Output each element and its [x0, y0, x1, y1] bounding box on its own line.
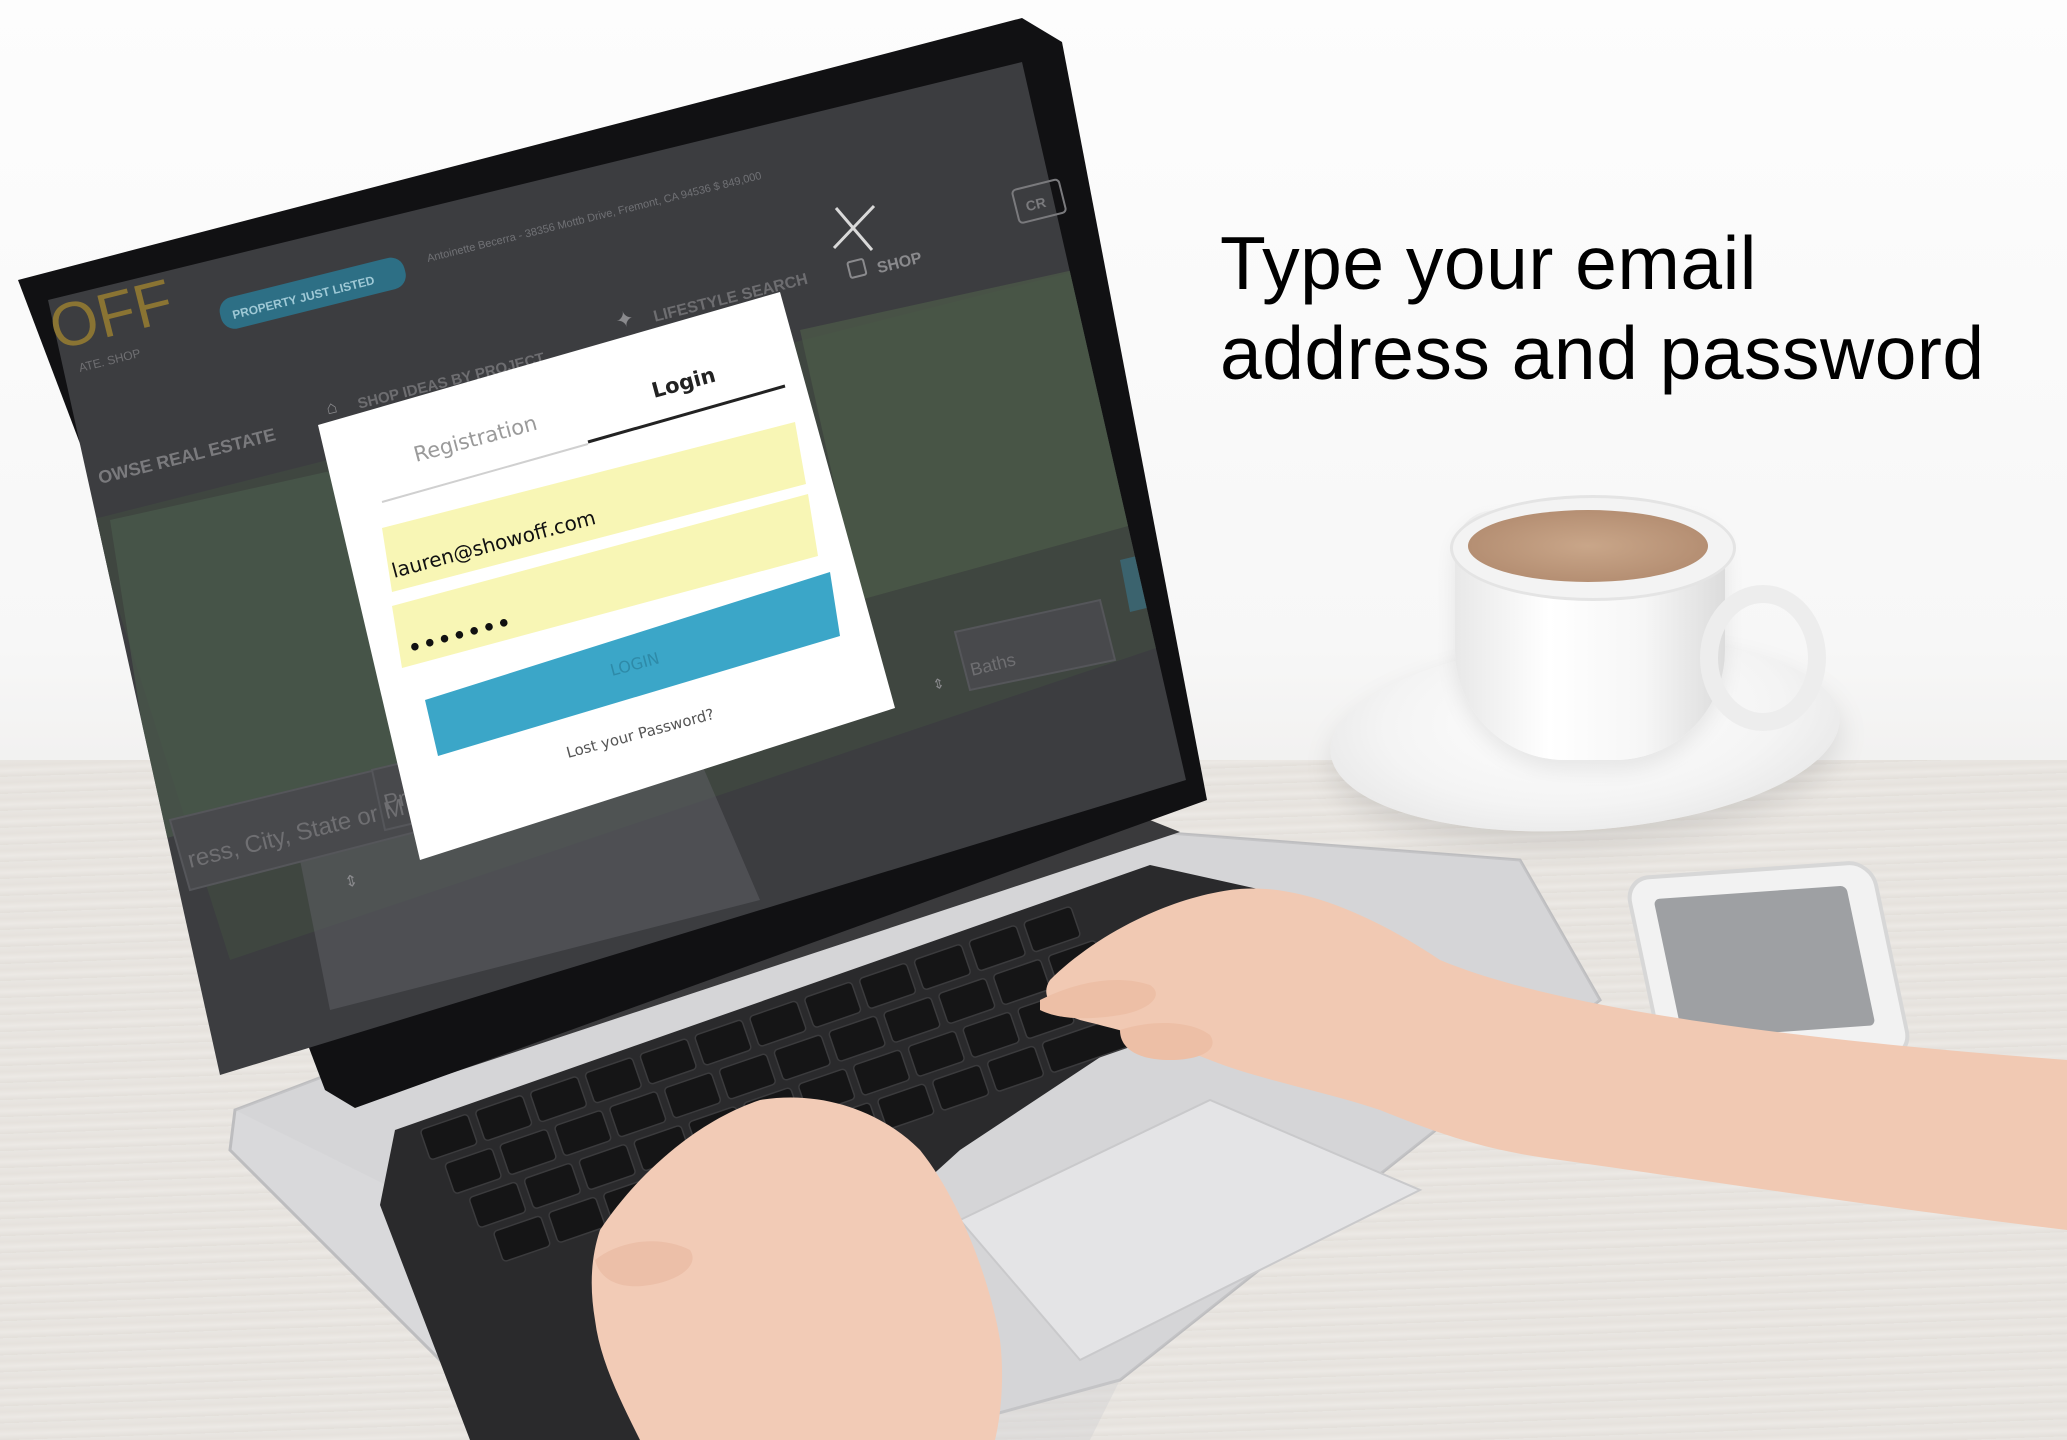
laptop-screen: OFF ATE. SHOP PROPERTY JUST LISTED Antoi…	[43, 62, 1186, 1075]
instruction-line-1: Type your email	[1220, 221, 1757, 305]
instruction-line-2: address and password	[1220, 311, 1985, 395]
instruction-overlay: Type your email address and password	[1220, 218, 2040, 398]
